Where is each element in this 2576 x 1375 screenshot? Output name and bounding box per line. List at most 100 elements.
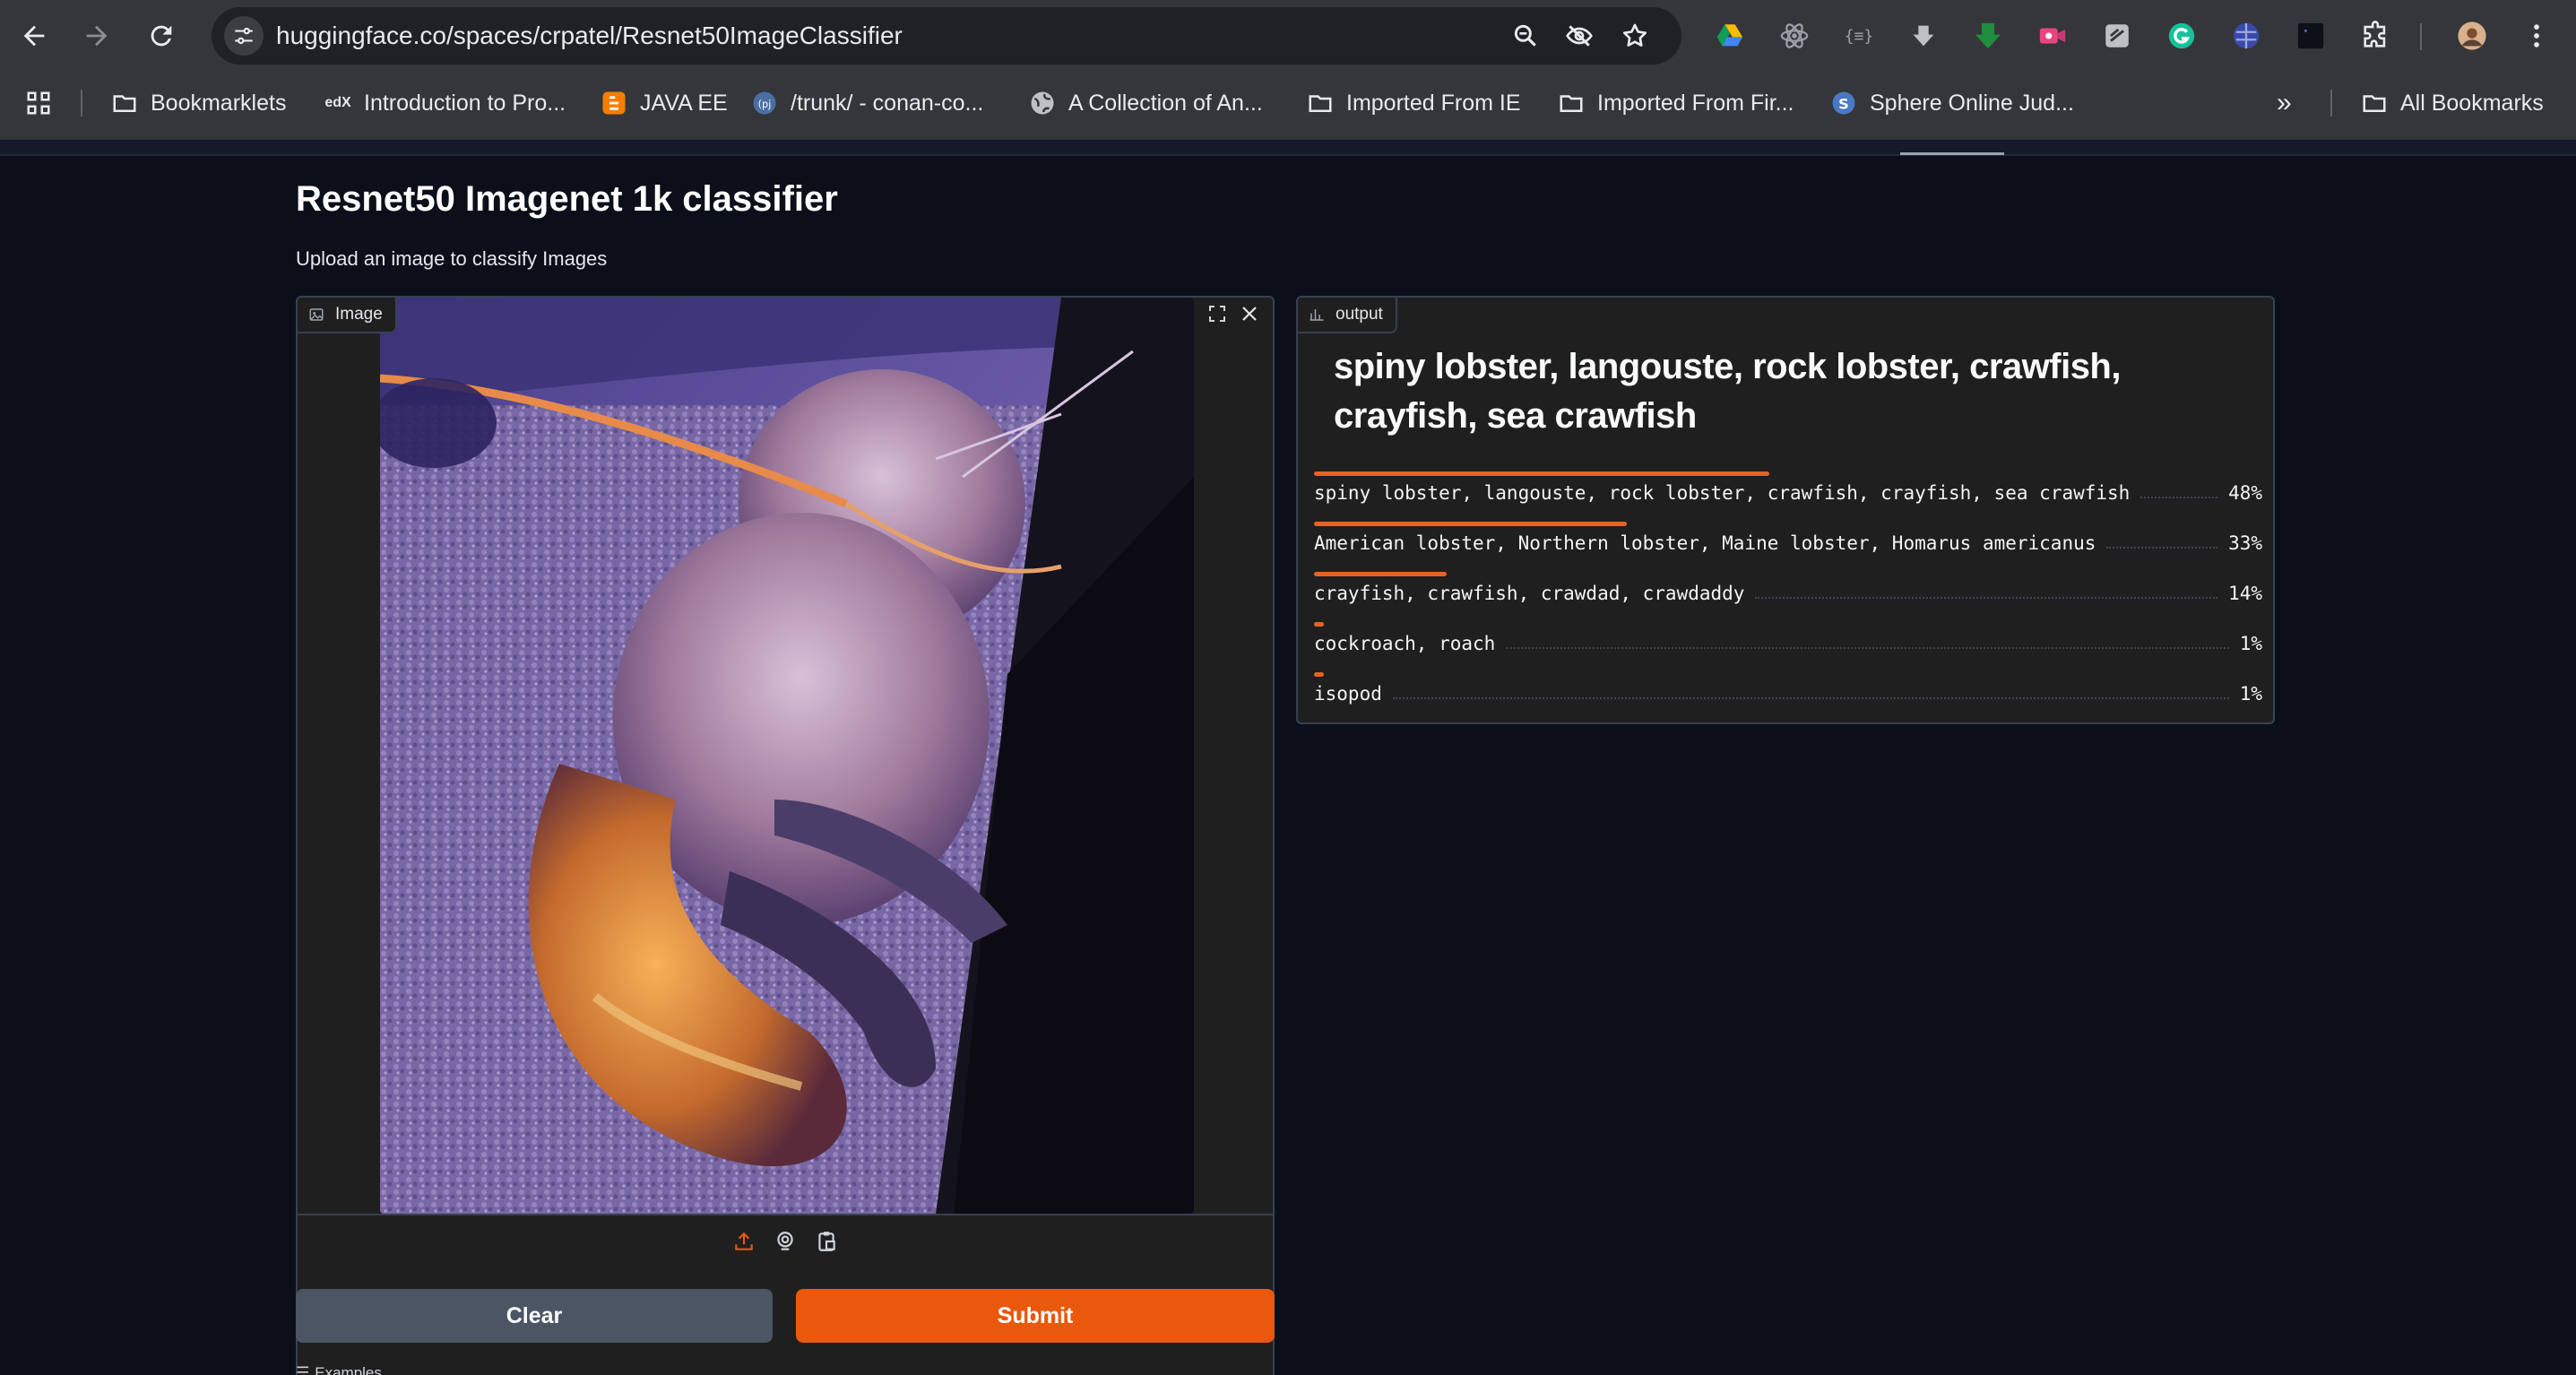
clear-button[interactable]: Clear — [296, 1289, 773, 1343]
confidence-label: cockroach, roach — [1314, 633, 1496, 654]
confidence-bar — [1314, 622, 1324, 627]
confidence-percent: 1% — [2239, 633, 2262, 654]
zoom-icon[interactable] — [1509, 20, 1542, 52]
hf-header-strip — [0, 140, 2576, 156]
dotted-leader — [2140, 497, 2218, 498]
address-bar[interactable]: huggingface.co/spaces/crpatel/Resnet50Im… — [212, 7, 1681, 65]
image-source-toolbar — [298, 1214, 1273, 1267]
label-output-panel: output spiny lobster, langouste, rock lo… — [1296, 296, 2275, 724]
bookmark-label: Bookmarklets — [151, 90, 287, 116]
bookmark-label: Sphere Online Jud... — [1870, 90, 2074, 116]
bookmark-item[interactable]: S Sphere Online Jud... — [1830, 84, 2074, 122]
site-info-button[interactable] — [224, 16, 264, 56]
clipboard-icon — [818, 1232, 835, 1251]
bookmark-star-icon[interactable] — [1619, 20, 1651, 52]
confidence-text: crayfish, crawfish, crawdad, crawdaddy 1… — [1314, 583, 2262, 604]
forward-arrow-icon — [86, 25, 108, 47]
submit-button[interactable]: Submit — [796, 1289, 1275, 1343]
back-button[interactable] — [16, 18, 52, 54]
list-icon: ☰ — [296, 1364, 310, 1375]
overflow-chevron-icon: » — [2277, 88, 2292, 117]
apps-grid-button[interactable] — [25, 84, 52, 122]
confidence-bar — [1314, 572, 1447, 576]
grammarly-icon[interactable] — [2164, 18, 2200, 54]
green-download-icon[interactable] — [1970, 18, 2006, 54]
bookmark-label: Introduction to Pro... — [364, 90, 566, 116]
confidence-text: spiny lobster, langouste, rock lobster, … — [1314, 482, 2262, 504]
bar-chart-icon — [1310, 309, 1324, 321]
trac-icon: (pj — [751, 90, 778, 117]
confidence-row[interactable]: American lobster, Northern lobster, Main… — [1314, 522, 2262, 572]
examples-label: Examples — [315, 1364, 382, 1375]
image-input-panel[interactable]: Image — [296, 296, 1275, 1375]
dotted-leader — [1506, 647, 2229, 649]
fullscreen-button[interactable] — [1201, 298, 1233, 330]
url-text[interactable]: huggingface.co/spaces/crpatel/Resnet50Im… — [276, 7, 903, 65]
more-menu-icon[interactable] — [2519, 18, 2554, 54]
confidence-row[interactable]: isopod 1% — [1314, 672, 2262, 722]
svg-text:S: S — [1838, 95, 1849, 112]
confidence-row[interactable]: cockroach, roach 1% — [1314, 622, 2262, 672]
reload-button[interactable] — [143, 18, 179, 54]
bookmark-item[interactable]: JAVA EE — [601, 84, 728, 122]
top-prediction: spiny lobster, langouste, rock lobster, … — [1334, 347, 2121, 436]
clipboard-button[interactable] — [814, 1229, 839, 1254]
json-formatter-icon[interactable]: {≡} — [1841, 18, 1877, 54]
page-title: Resnet50 Imagenet 1k classifier — [296, 179, 838, 219]
confidence-text: isopod 1% — [1314, 683, 2262, 705]
close-image-button[interactable] — [1233, 298, 1266, 330]
upload-button[interactable] — [731, 1229, 756, 1254]
video-extension-icon[interactable] — [2035, 18, 2070, 54]
folder-icon — [111, 90, 138, 117]
confidence-row[interactable]: spiny lobster, langouste, rock lobster, … — [1314, 471, 2262, 522]
confidence-list: spiny lobster, langouste, rock lobster, … — [1314, 471, 2262, 722]
bookmark-item[interactable]: (pj /trunk/ - conan-co... — [751, 84, 983, 122]
bookmarks-divider — [81, 90, 82, 117]
page-content: Resnet50 Imagenet 1k classifier Upload a… — [0, 140, 2576, 1375]
bookmark-item[interactable]: Bookmarklets — [111, 84, 286, 122]
upload-icon — [735, 1232, 753, 1250]
output-label-text: output — [1336, 305, 1383, 324]
webcam-button[interactable] — [773, 1229, 798, 1254]
notes-extension-icon[interactable] — [2099, 18, 2135, 54]
image-label-text: Image — [335, 305, 383, 324]
confidence-bar — [1314, 522, 1627, 526]
confidence-bar — [1314, 672, 1324, 677]
confidence-row[interactable]: crayfish, crawfish, crawdad, crawdaddy 1… — [1314, 572, 2262, 622]
avatar[interactable] — [2452, 16, 2492, 56]
svg-text:(pj: (pj — [758, 99, 772, 110]
extensions-puzzle-icon[interactable] — [2357, 18, 2393, 54]
google-drive-icon[interactable] — [1712, 18, 1748, 54]
bookmark-item[interactable]: edX Introduction to Pro... — [324, 84, 566, 122]
active-tab-indicator — [1900, 152, 2004, 155]
url-host: huggingface.co — [276, 22, 446, 49]
folder-icon — [1558, 90, 1585, 117]
back-arrow-icon — [23, 25, 45, 47]
output-block-label: output — [1298, 298, 1397, 333]
confidence-label: spiny lobster, langouste, rock lobster, … — [1314, 482, 2131, 504]
bookmark-item[interactable]: Imported From Fir... — [1558, 84, 1794, 122]
react-devtools-icon[interactable] — [1776, 18, 1812, 54]
url-path: /spaces/crpatel/Resnet50ImageClassifier — [445, 22, 903, 49]
folder-icon — [2361, 90, 2388, 117]
bookmark-item[interactable]: A Collection of An... — [1029, 84, 1263, 122]
image-icon — [309, 308, 324, 321]
examples-header[interactable]: ☰ Examples — [296, 1364, 382, 1375]
bookmark-label: Imported From IE — [1346, 90, 1521, 116]
confidence-percent: 14% — [2228, 583, 2262, 604]
forward-button[interactable] — [79, 18, 115, 54]
apps-grid-icon — [25, 90, 52, 117]
bookmarks-overflow-button[interactable]: » — [2277, 84, 2292, 122]
confidence-percent: 1% — [2239, 683, 2262, 705]
bookmark-item[interactable]: Imported From IE — [1307, 84, 1521, 122]
dark-extension-icon[interactable] — [2293, 18, 2329, 54]
all-bookmarks-button[interactable]: All Bookmarks — [2361, 84, 2544, 122]
download-icon[interactable] — [1906, 18, 1941, 54]
bookmark-label: JAVA EE — [640, 90, 728, 116]
eye-off-icon[interactable] — [1563, 20, 1595, 52]
confidence-label: American lobster, Northern lobster, Main… — [1314, 532, 2096, 554]
globe-extension-icon[interactable] — [2228, 18, 2264, 54]
fullscreen-icon — [1209, 306, 1225, 322]
dotted-leader — [1392, 697, 2229, 699]
edx-icon: edX — [324, 95, 351, 110]
